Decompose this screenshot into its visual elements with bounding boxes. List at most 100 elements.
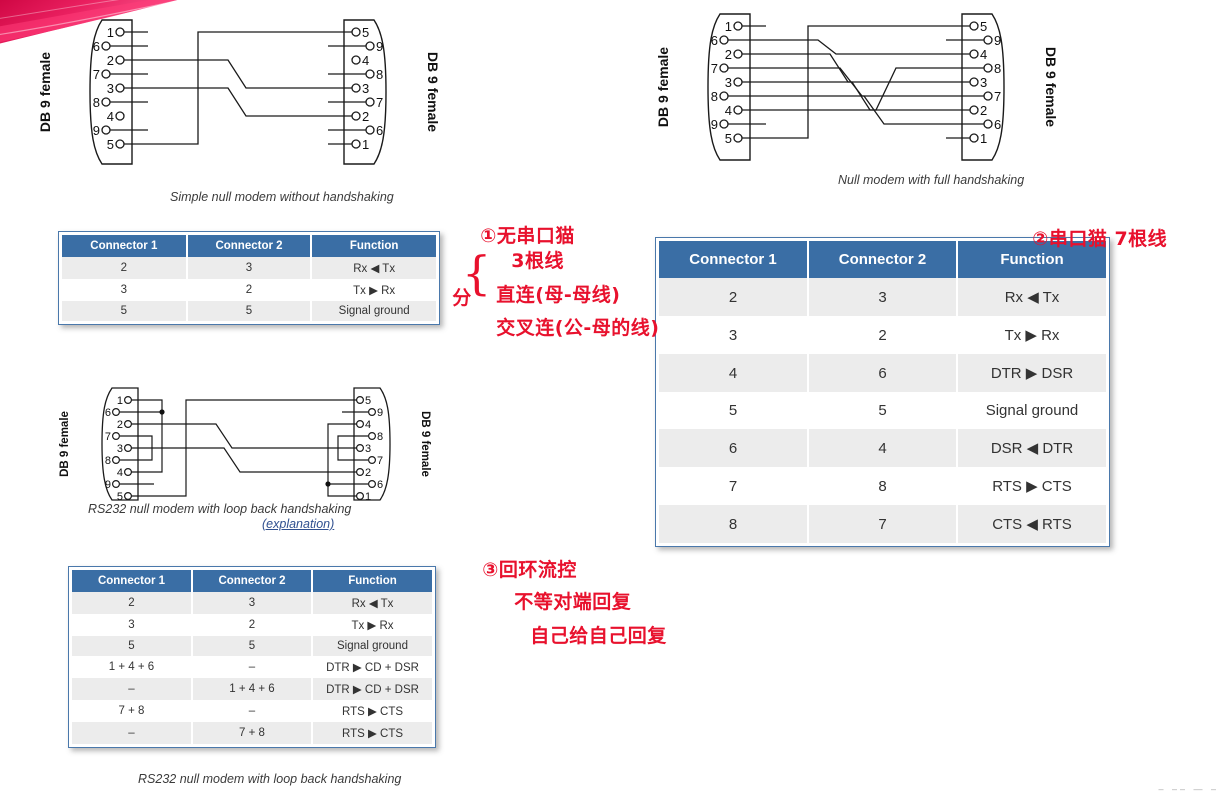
svg-text:2: 2 (107, 53, 114, 68)
cell-connector-2: – (192, 656, 313, 678)
table-row: 3 2 Tx ▶ Rx (659, 316, 1106, 354)
table-full-handshaking-wrap: Connector 1 Connector 2 Function 2 3 Rx … (655, 237, 1110, 547)
svg-text:4: 4 (117, 467, 123, 479)
cell-connector-2: – (192, 700, 313, 722)
svg-text:1: 1 (980, 131, 987, 146)
col-connector-1: Connector 1 (72, 570, 193, 592)
cell-connector-1: 2 (659, 278, 809, 316)
svg-text:2: 2 (725, 47, 732, 62)
table-row: 5 5 Signal ground (659, 392, 1106, 429)
cell-function: RTS ▶ CTS (312, 722, 432, 744)
svg-text:7: 7 (105, 431, 111, 443)
col-connector-1: Connector 1 (62, 235, 188, 257)
cell-connector-2: 5 (808, 392, 958, 429)
caption-loop-back-explanation-wrap: (explanation) (262, 517, 334, 531)
svg-text:4: 4 (725, 103, 732, 118)
table-simple-null-modem-wrap: Connector 1 Connector 2 Function 2 3 Rx … (58, 231, 440, 325)
cell-function: Rx ◀ Tx (957, 278, 1106, 316)
svg-text:5: 5 (107, 137, 114, 152)
annotation-3-marker: ③ (482, 559, 499, 582)
explanation-link[interactable]: (explanation) (262, 517, 334, 531)
cell-function: CTS ◀ RTS (957, 505, 1106, 543)
cell-connector-2: 5 (192, 636, 313, 656)
cell-connector-2: 2 (192, 614, 313, 636)
svg-text:9: 9 (377, 407, 383, 419)
table-row: 2 3 Rx ◀ Tx (659, 278, 1106, 316)
cell-connector-1: 3 (659, 316, 809, 354)
cell-connector-1: 3 (72, 614, 193, 636)
diagram-simple-null-modem: 1 6 2 7 3 8 4 9 5 5 9 4 8 3 7 2 6 1 DB 9… (28, 12, 448, 172)
table-row: 5 5 Signal ground (62, 301, 436, 321)
svg-text:6: 6 (377, 479, 383, 491)
svg-text:3: 3 (117, 443, 123, 455)
table-row: 6 4 DSR ◀ DTR (659, 429, 1106, 467)
svg-text:8: 8 (377, 431, 383, 443)
cell-connector-1: 8 (659, 505, 809, 543)
svg-text:4: 4 (362, 53, 369, 68)
cell-function: DTR ▶ DSR (957, 354, 1106, 392)
cell-connector-1: 1 + 4 + 6 (72, 656, 193, 678)
svg-text:1: 1 (725, 19, 732, 34)
cell-connector-1: 7 (659, 467, 809, 505)
caption-full-handshaking: Null modem with full handshaking (838, 173, 1025, 187)
svg-text:DB 9 female: DB 9 female (425, 52, 441, 132)
svg-text:1: 1 (362, 137, 369, 152)
cell-connector-1: 5 (72, 636, 193, 656)
table-row: 7 + 8 – RTS ▶ CTS (72, 700, 432, 722)
cell-connector-2: 3 (186, 257, 313, 279)
annotation-1-branch-2: 交叉连(公-母的线) (496, 317, 660, 340)
diagram-loop-back-handshaking: 1 6 2 7 3 8 4 9 5 5 9 4 8 3 7 2 6 1 DB 9… (50, 378, 450, 508)
svg-text:5: 5 (365, 395, 371, 407)
svg-text:DB 9 female: DB 9 female (1043, 47, 1059, 127)
cell-connector-2: 5 (186, 301, 313, 321)
annotation-1-branch-2-wrap: 交叉连(公-母的线) (482, 292, 660, 341)
svg-text:DB 9 female: DB 9 female (655, 47, 671, 127)
cell-connector-2: 1 + 4 + 6 (192, 678, 313, 700)
diagram-full-handshaking: 1 6 2 7 3 8 4 9 5 5 9 4 8 3 7 2 6 1 DB 9… (640, 2, 1070, 172)
svg-text:6: 6 (105, 407, 111, 419)
cell-connector-2: 3 (808, 278, 958, 316)
cell-function: Tx ▶ Rx (311, 279, 436, 301)
footer-smudge: – –– — – (1158, 784, 1219, 794)
caption-loop-back-text: RS232 null modem with loop back handshak… (88, 502, 352, 516)
cell-function: Rx ◀ Tx (312, 592, 432, 614)
annotation-2: ②串口猫 7根线 (1018, 203, 1167, 252)
svg-text:2: 2 (365, 467, 371, 479)
svg-text:9: 9 (93, 123, 100, 138)
cell-connector-1: 5 (62, 301, 188, 321)
svg-text:9: 9 (711, 117, 718, 132)
svg-text:5: 5 (362, 25, 369, 40)
cell-function: Signal ground (312, 636, 432, 656)
cell-connector-2: 2 (186, 279, 313, 301)
cell-connector-1: 4 (659, 354, 809, 392)
annotation-2-line-1: 串口猫 7根线 (1048, 228, 1168, 251)
svg-text:6: 6 (994, 117, 1001, 132)
svg-text:3: 3 (980, 75, 987, 90)
table-row: 4 6 DTR ▶ DSR (659, 354, 1106, 392)
svg-text:9: 9 (994, 33, 1001, 48)
table-simple-null-modem: Connector 1 Connector 2 Function 2 3 Rx … (62, 235, 436, 321)
table-header-row: Connector 1 Connector 2 Function (62, 235, 436, 257)
cell-connector-1: 3 (62, 279, 188, 301)
svg-text:4: 4 (365, 419, 371, 431)
cell-function: Signal ground (957, 392, 1106, 429)
cell-connector-1: 6 (659, 429, 809, 467)
svg-text:8: 8 (994, 61, 1001, 76)
table-row: – 7 + 8 RTS ▶ CTS (72, 722, 432, 744)
cell-connector-2: 7 (808, 505, 958, 543)
table-row: 3 2 Tx ▶ Rx (72, 614, 432, 636)
annotation-2-marker: ② (1032, 228, 1049, 251)
svg-text:7: 7 (376, 95, 383, 110)
table-row: 2 3 Rx ◀ Tx (72, 592, 432, 614)
table-loop-back: Connector 1 Connector 2 Function 2 3 Rx … (72, 570, 432, 744)
annotation-3-line-3: 自己给自己回复 (530, 625, 667, 648)
svg-text:DB 9 female: DB 9 female (59, 411, 71, 477)
svg-text:3: 3 (362, 81, 369, 96)
col-connector-1: Connector 1 (659, 241, 809, 278)
cell-function: RTS ▶ CTS (312, 700, 432, 722)
cell-connector-2: 3 (192, 592, 313, 614)
svg-text:3: 3 (107, 81, 114, 96)
svg-text:8: 8 (93, 95, 100, 110)
svg-text:4: 4 (980, 47, 987, 62)
svg-text:1: 1 (107, 25, 114, 40)
